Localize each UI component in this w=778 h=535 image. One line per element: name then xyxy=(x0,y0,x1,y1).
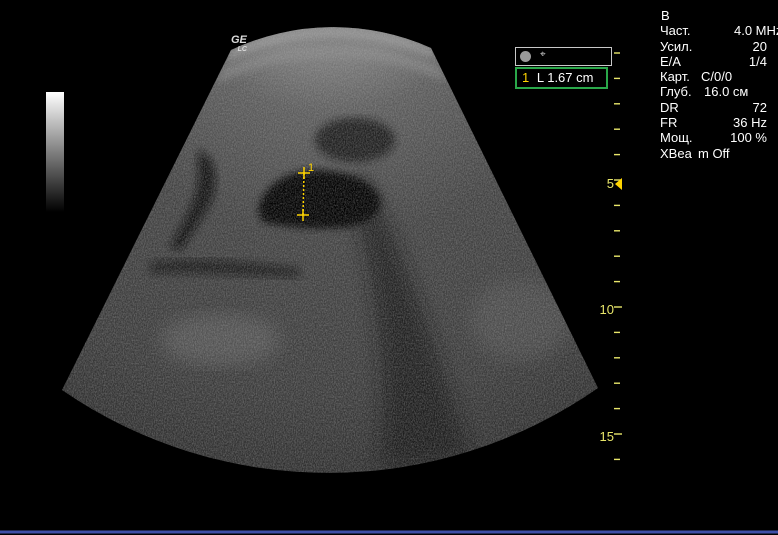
cursor-icon[interactable]: ⌖ xyxy=(540,49,546,60)
depth-label-5: 5 xyxy=(606,176,614,191)
param-fr-value: 36 Hz xyxy=(733,115,767,131)
caliper-label: 1 xyxy=(308,162,314,174)
param-power-label: Мощ. xyxy=(660,130,693,146)
param-ea-value: 1/4 xyxy=(748,53,767,69)
measurement-result[interactable]: 1 L 1.67 cm xyxy=(515,67,608,89)
mode-label: B xyxy=(661,8,670,23)
measurement-number: 1 xyxy=(522,70,530,85)
record-icon[interactable] xyxy=(520,51,531,62)
measurement-value: L 1.67 cm xyxy=(536,70,594,85)
param-dr-value: 72 xyxy=(752,99,767,115)
depth-scale xyxy=(614,52,622,461)
param-depth-label: Глуб. xyxy=(660,84,692,100)
param-gain-label: Усил. xyxy=(660,38,693,54)
param-ea-label: E/A xyxy=(660,53,681,69)
param-power-value: 100 % xyxy=(730,130,767,146)
param-dr-label: DR xyxy=(660,99,679,115)
logo-sub: LC xyxy=(237,46,247,53)
param-map-label: Карт. xyxy=(660,69,690,85)
depth-label-10: 10 xyxy=(599,302,614,317)
acquisition-parameters: B Част. 4.0 MHz Усил. 20 E/A 1/4 Карт. C/0/0… xyxy=(660,8,778,161)
grayscale-bar xyxy=(46,92,64,212)
param-gain-value: 20 xyxy=(752,38,767,54)
param-xbeam-label: XBea xyxy=(660,145,692,161)
param-map-value: C/0/0 xyxy=(701,69,733,85)
measurement-tools: ⌖ xyxy=(515,47,612,66)
param-frequency-label: Част. xyxy=(660,23,691,39)
ge-logo: GE LC xyxy=(231,35,247,55)
param-xbeam-value: m Off xyxy=(698,145,730,161)
param-depth-value: 16.0 см xyxy=(704,84,749,100)
depth-label-15: 15 xyxy=(599,429,614,444)
param-frequency-value: 4.0 MHz xyxy=(734,23,778,39)
param-fr-label: FR xyxy=(660,115,678,131)
